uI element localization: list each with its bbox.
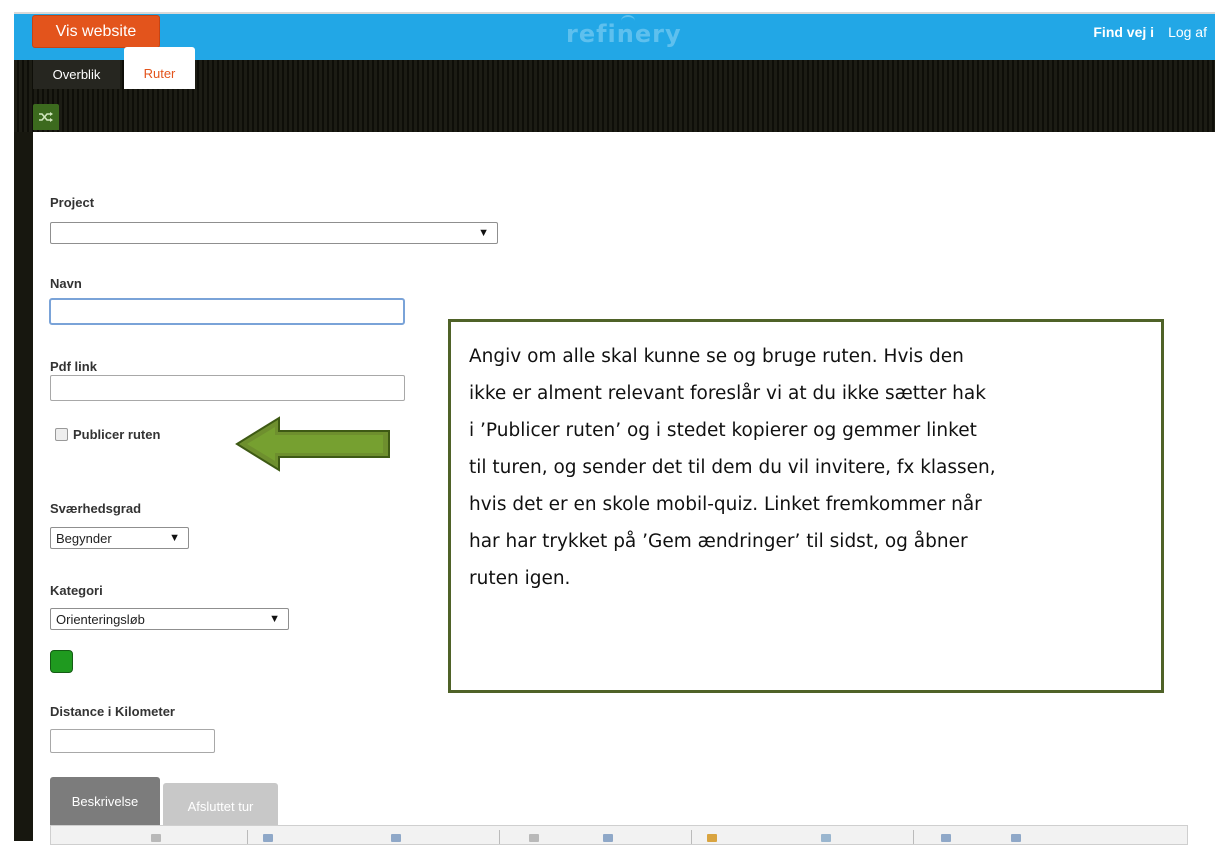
editor-toolbar <box>50 825 1188 845</box>
tab-overblik[interactable]: Overblik <box>33 60 120 89</box>
pdf-link-label: Pdf link <box>50 359 97 374</box>
callout-line: til turen, og sender det til dem du vil … <box>469 457 996 478</box>
publish-label: Publicer ruten <box>73 427 161 442</box>
callout-box: Angiv om alle skal kunne se og bruge rut… <box>448 319 1164 693</box>
shuffle-icon[interactable] <box>33 104 59 130</box>
callout-line: hvis det er en skole mobil-quiz. Linket … <box>469 494 982 515</box>
toolbar-divider <box>247 830 248 844</box>
shuffle-icon-glyph <box>39 112 53 122</box>
find-vej-link[interactable]: Find vej i <box>1093 24 1154 40</box>
category-color-swatch[interactable] <box>50 650 73 673</box>
difficulty-select[interactable]: Begynder ▼ <box>50 527 189 549</box>
tab-beskrivelse[interactable]: Beskrivelse <box>50 777 160 825</box>
difficulty-select-value: Begynder <box>56 530 112 546</box>
top-links: Find vej i Log af <box>1093 24 1207 40</box>
pdf-link-input[interactable] <box>50 375 405 401</box>
publish-checkbox[interactable] <box>55 428 68 441</box>
category-label: Kategori <box>50 583 103 598</box>
logo-swoosh-icon <box>621 15 635 27</box>
callout-line: i ’Publicer ruten’ og i stedet kopierer … <box>469 420 977 441</box>
distance-label: Distance i Kilometer <box>50 704 175 719</box>
left-arrow-annotation <box>235 416 390 472</box>
project-label: Project <box>50 195 95 210</box>
vis-website-button[interactable]: Vis website <box>33 16 159 47</box>
toolbar-divider <box>913 830 914 844</box>
chevron-down-icon: ▼ <box>478 227 489 239</box>
tab-afsluttet-tur[interactable]: Afsluttet tur <box>163 783 278 825</box>
callout-line: ikke er alment relevant foreslår vi at d… <box>469 383 986 404</box>
difficulty-label: Sværhedsgrad <box>50 501 142 516</box>
category-select[interactable]: Orienteringsløb ▼ <box>50 608 289 630</box>
chevron-down-icon: ▼ <box>169 532 180 544</box>
navn-label: Navn <box>50 276 82 291</box>
chevron-down-icon: ▼ <box>269 613 280 625</box>
toolbar-divider <box>691 830 692 844</box>
distance-input[interactable] <box>50 729 215 753</box>
project-select[interactable]: ▼ <box>50 222 498 244</box>
left-dark-strip <box>14 132 33 841</box>
log-af-link[interactable]: Log af <box>1168 24 1207 40</box>
callout-line: har har trykket på ’Gem ændringer’ til s… <box>469 531 968 552</box>
toolbar-divider <box>499 830 500 844</box>
tab-ruter[interactable]: Ruter <box>124 47 195 89</box>
callout-line: Angiv om alle skal kunne se og bruge rut… <box>469 346 964 367</box>
navn-input[interactable] <box>49 298 405 325</box>
publish-checkbox-row[interactable]: Publicer ruten <box>55 427 160 442</box>
callout-line: ruten igen. <box>469 568 571 589</box>
category-select-value: Orienteringsløb <box>56 611 145 627</box>
